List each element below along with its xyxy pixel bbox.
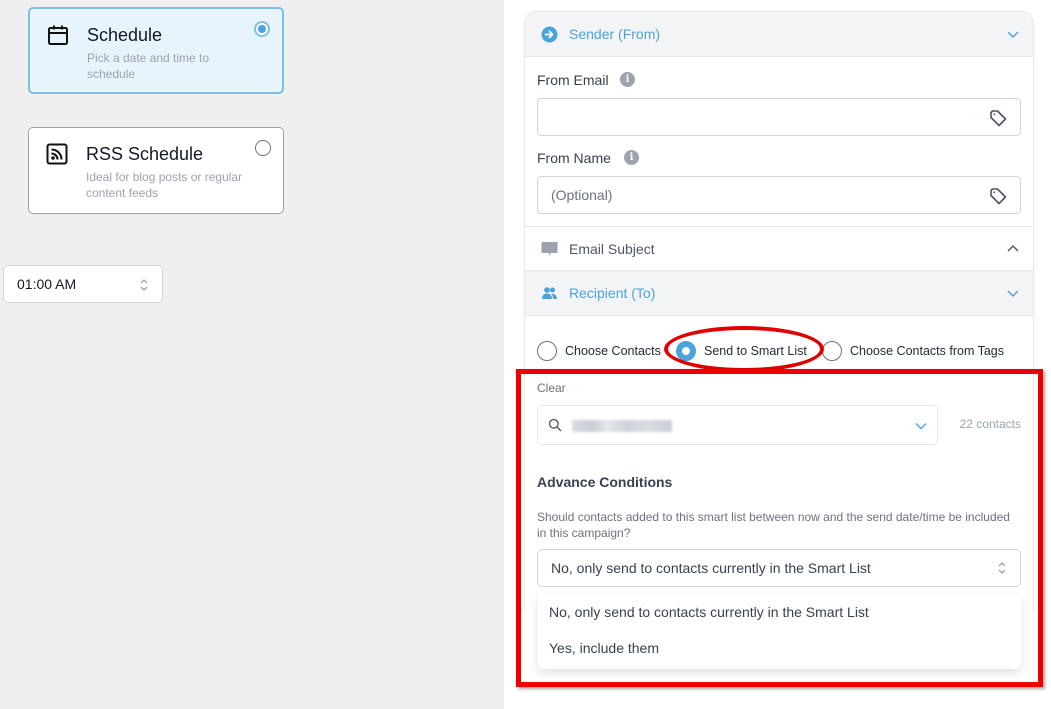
clear-link[interactable]: Clear [537,381,566,395]
advance-conditions-selected-value: No, only send to contacts currently in t… [551,560,871,576]
advance-conditions-dropdown-menu: No, only send to contacts currently in t… [538,594,1021,669]
from-name-label: From Name [537,150,611,166]
chevron-down-icon[interactable] [1007,288,1019,298]
recipient-mode-radio-group: Choose Contacts Send to Smart List Choos… [537,340,1027,364]
smart-list-selected-value-redacted [572,420,672,432]
email-subject-label: Email Subject [569,241,655,257]
radio-label: Choose Contacts [565,344,661,358]
smart-list-select[interactable] [537,405,938,445]
rss-option-radio[interactable] [255,140,271,156]
rss-schedule-option-card[interactable]: RSS Schedule Ideal for blog posts or reg… [28,127,284,214]
schedule-option-description: Pick a date and time to schedule [87,51,210,81]
sender-section-header[interactable]: Sender (From) [525,12,1033,57]
from-email-label: From Email [537,72,609,88]
radio-button[interactable] [822,341,842,361]
users-icon [542,287,557,299]
advance-conditions-question: Should contacts added to this smart list… [537,510,1010,540]
from-email-input[interactable] [537,98,1021,136]
rss-option-description: Ideal for blog posts or regular content … [86,170,243,200]
dropdown-option-no[interactable]: No, only send to contacts currently in t… [549,604,869,620]
chevron-down-icon[interactable] [915,422,927,430]
radio-label: Send to Smart List [704,344,807,358]
schedule-option-radio[interactable] [254,21,270,37]
rss-option-title: RSS Schedule [86,144,204,164]
radio-button[interactable] [676,341,696,361]
radio-button[interactable] [537,341,557,361]
search-icon [548,418,562,432]
from-name-placeholder: (Optional) [551,187,613,203]
calendar-icon [48,25,68,45]
contacts-count: 22 contacts [959,417,1021,431]
info-icon[interactable]: i [624,150,639,165]
email-subject-section-header[interactable]: Email Subject [525,226,1033,271]
updown-chevron-icon [140,279,148,291]
chevron-down-icon[interactable] [1007,29,1019,39]
left-pane-background [0,0,504,709]
updown-chevron-icon [998,562,1006,574]
message-icon [541,242,558,256]
campaign-settings-panel: Sender (From) From Email i From Name i (… [524,11,1034,611]
dropdown-option-yes[interactable]: Yes, include them [549,640,659,656]
recipient-section-label: Recipient (To) [569,285,656,301]
radio-label: Choose Contacts from Tags [850,344,1005,358]
arrow-circle-right-icon [541,26,558,43]
schedule-option-title: Schedule [87,25,163,45]
tag-icon[interactable] [988,186,1008,206]
rss-icon [46,143,68,165]
recipient-section-header[interactable]: Recipient (To) [525,271,1033,316]
time-select[interactable]: 01:00 AM [3,265,163,303]
time-value: 01:00 AM [17,276,77,292]
sender-section-label: Sender (From) [569,26,661,42]
advance-conditions-select[interactable]: No, only send to contacts currently in t… [537,549,1021,587]
info-icon[interactable]: i [620,72,635,87]
chevron-up-icon[interactable] [1007,244,1019,254]
tag-icon[interactable] [988,108,1008,128]
schedule-option-card[interactable]: Schedule Pick a date and time to schedul… [28,7,284,94]
advance-conditions-title: Advance Conditions [537,474,673,490]
from-name-input[interactable]: (Optional) [537,176,1021,214]
